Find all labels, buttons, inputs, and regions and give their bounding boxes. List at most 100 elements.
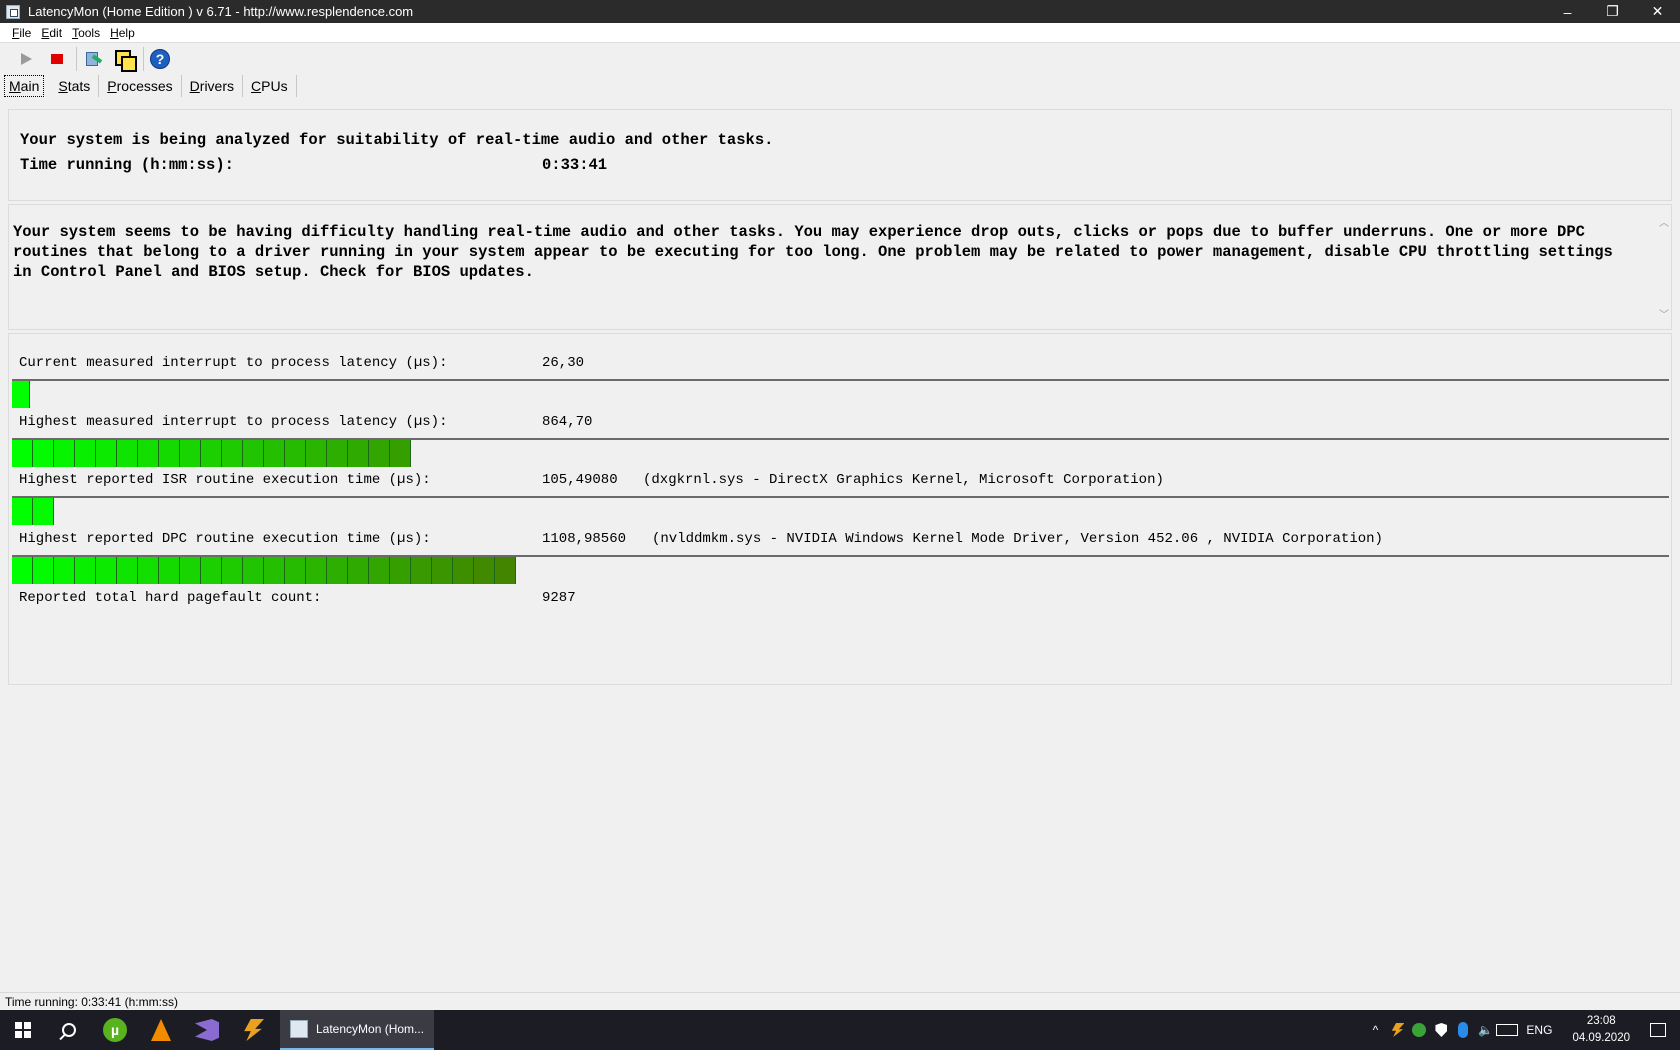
bolt-icon	[1391, 1023, 1405, 1037]
copy-icon	[114, 49, 137, 72]
tab-stats[interactable]: Stats	[50, 75, 100, 97]
bar-segment	[222, 440, 243, 467]
tab-main[interactable]: Main	[4, 75, 45, 97]
bar-segment	[12, 498, 33, 525]
tray-chevron-icon[interactable]: ^	[1364, 1010, 1386, 1050]
bar-segment	[348, 557, 369, 584]
bar-segment	[390, 557, 411, 584]
bar-segment	[159, 440, 180, 467]
restore-button[interactable]: ❐	[1590, 0, 1635, 23]
bar-segment	[33, 498, 54, 525]
windows-icon	[15, 1022, 31, 1038]
bar-segment	[243, 440, 264, 467]
taskbar-vlc[interactable]	[138, 1010, 184, 1050]
title-bar: LatencyMon (Home Edition ) v 6.71 - http…	[0, 0, 1680, 23]
search-button[interactable]	[46, 1010, 92, 1050]
metric-driver-info: (nvlddmkm.sys - NVIDIA Windows Kernel Mo…	[652, 531, 1383, 547]
pagefault-label: Reported total hard pagefault count:	[19, 590, 322, 606]
green-status-icon	[1412, 1023, 1427, 1037]
toolbar-separator	[143, 47, 144, 71]
tab-label: Drivers	[189, 78, 235, 94]
bar-segment	[390, 440, 411, 467]
taskbar-utorrent[interactable]: µ	[92, 1010, 138, 1050]
pagefault-value: 9287	[542, 590, 576, 606]
time-running-value: 0:33:41	[542, 156, 608, 174]
notification-icon[interactable]	[1650, 1023, 1666, 1037]
bar-segment	[117, 440, 138, 467]
tray-shield-icon[interactable]	[1430, 1010, 1452, 1050]
bar-segment	[411, 557, 432, 584]
menu-help[interactable]: Help	[110, 26, 135, 40]
report-button[interactable]	[81, 47, 105, 71]
tab-processes[interactable]: Processes	[99, 75, 182, 97]
vlc-icon	[151, 1019, 171, 1041]
stop-button[interactable]	[45, 47, 69, 71]
tray-green-icon[interactable]	[1408, 1010, 1430, 1050]
taskbar-visual-studio[interactable]	[184, 1010, 230, 1050]
start-button[interactable]	[14, 47, 38, 71]
menu-tools[interactable]: Tools	[72, 26, 100, 40]
taskbar-app-bolt[interactable]	[230, 1010, 276, 1050]
bar-segment	[117, 557, 138, 584]
latency-bar-fill	[12, 498, 54, 525]
menu-edit[interactable]: Edit	[41, 26, 62, 40]
copy-button[interactable]	[112, 47, 137, 72]
close-button[interactable]: ✕	[1635, 0, 1680, 23]
tab-drivers[interactable]: Drivers	[182, 75, 244, 97]
tab-label: Stats	[58, 78, 91, 94]
time-running-label: Time running (h:mm:ss):	[20, 156, 234, 174]
metric-label: Highest reported ISR routine execution t…	[19, 472, 431, 488]
bar-segment	[243, 557, 264, 584]
latency-bar-fill	[12, 557, 516, 584]
scroll-up-icon[interactable]: ︿	[1659, 220, 1669, 230]
metric-value: 105,49080	[542, 472, 618, 488]
bar-segment	[327, 557, 348, 584]
bar-segment	[306, 440, 327, 467]
tab-label: CPUs	[251, 78, 288, 94]
bolt-icon	[244, 1019, 264, 1041]
bluetooth-icon	[1458, 1022, 1469, 1038]
bar-segment	[285, 557, 306, 584]
stop-icon	[51, 54, 63, 64]
bar-segment	[180, 440, 201, 467]
bar-segment	[201, 440, 222, 467]
toolbar-separator	[76, 47, 77, 71]
bar-segment	[180, 557, 201, 584]
start-menu-button[interactable]	[0, 1010, 46, 1050]
tray-clock[interactable]: 23:08 04.09.2020	[1560, 1013, 1642, 1047]
bar-segment	[348, 440, 369, 467]
latency-bar-fill	[12, 440, 411, 467]
latency-bar-fill	[12, 381, 30, 408]
bar-segment	[138, 557, 159, 584]
visual-studio-icon	[195, 1019, 219, 1041]
status-panel: Your system is being analyzed for suitab…	[8, 109, 1672, 201]
metric-value: 864,70	[542, 414, 593, 430]
shield-icon	[1435, 1023, 1448, 1037]
bar-segment	[33, 557, 54, 584]
minimize-button[interactable]: –	[1545, 0, 1590, 23]
bar-segment	[306, 557, 327, 584]
tray-volume-icon[interactable]: 🔈	[1474, 1010, 1496, 1050]
tray-language[interactable]: ENG	[1518, 1023, 1560, 1037]
menu-file[interactable]: File	[12, 26, 31, 40]
tray-bolt-icon[interactable]	[1386, 1010, 1408, 1050]
tray-bluetooth-icon[interactable]	[1452, 1010, 1474, 1050]
tab-label: Main	[9, 78, 40, 94]
bar-segment	[369, 557, 390, 584]
bar-segment	[327, 440, 348, 467]
bar-segment	[75, 557, 96, 584]
latency-bar	[12, 438, 1669, 467]
tab-cpus[interactable]: CPUs	[243, 75, 297, 97]
bar-segment	[75, 440, 96, 467]
bar-segment	[12, 381, 30, 408]
play-icon	[20, 53, 32, 65]
bar-segment	[201, 557, 222, 584]
keyboard-icon	[1496, 1024, 1519, 1036]
help-button[interactable]: ?	[148, 47, 172, 71]
tray-keyboard-icon[interactable]	[1496, 1010, 1519, 1050]
tab-bar: Main Stats Processes Drivers CPUs	[0, 73, 1680, 99]
bar-segment	[12, 557, 33, 584]
scroll-down-icon[interactable]: ﹀	[1659, 312, 1669, 322]
message-scrollbar[interactable]: ︿ ﹀	[1655, 205, 1671, 329]
taskbar-latencymon[interactable]: LatencyMon (Hom...	[280, 1010, 435, 1050]
